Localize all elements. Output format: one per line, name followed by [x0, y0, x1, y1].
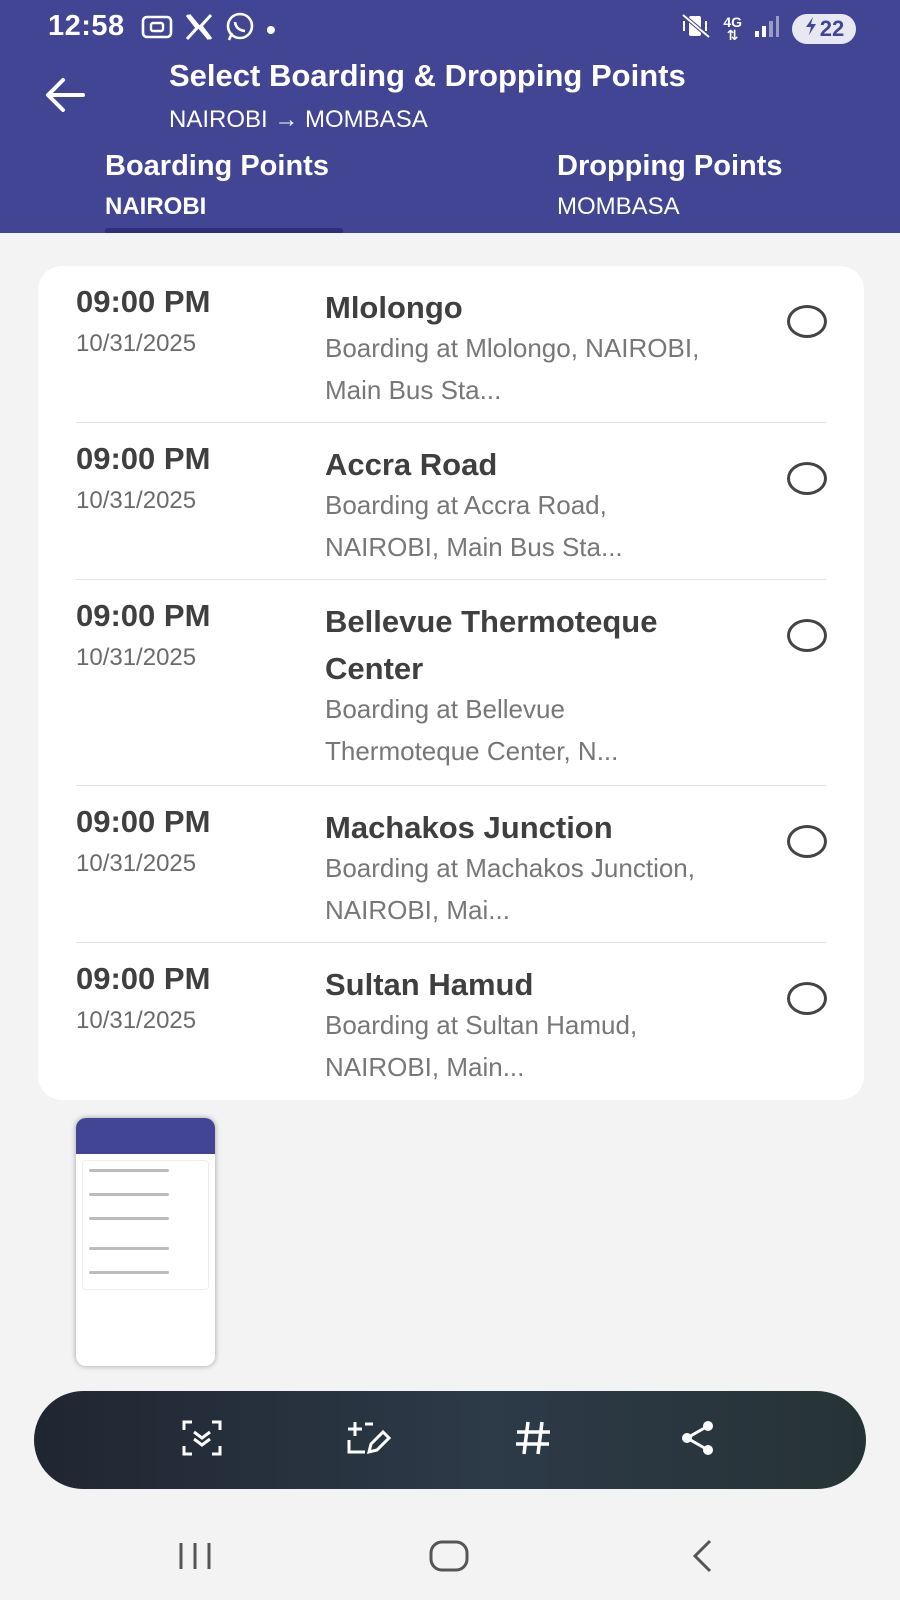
tab-label: Boarding Points: [105, 150, 329, 182]
back-icon: [688, 1538, 718, 1579]
tab-boarding-points[interactable]: Boarding Points NAIROBI: [105, 150, 329, 221]
point-description: Boarding at Mlolongo, NAIROBI, Main Bus …: [325, 333, 700, 405]
hashtag-icon: [513, 1418, 553, 1463]
list-item[interactable]: 09:00 PM 10/31/2025 Accra Road Boarding …: [76, 423, 828, 580]
thumbnail-line: [89, 1169, 169, 1172]
select-radio[interactable]: [786, 981, 828, 1015]
network-4g-icon: 4G ⇅: [723, 15, 742, 43]
select-radio[interactable]: [786, 304, 828, 338]
radio-unchecked-icon: [787, 461, 827, 495]
share-button[interactable]: [668, 1410, 728, 1470]
point-description: Boarding at Machakos Junction, NAIROBI, …: [325, 853, 695, 925]
radio-unchecked-icon: [787, 824, 827, 858]
share-icon: [678, 1418, 718, 1463]
whatsapp-icon: [224, 12, 256, 47]
list-item[interactable]: 09:00 PM 10/31/2025 Bellevue Thermoteque…: [76, 580, 828, 786]
battery-charging-icon: [804, 16, 818, 42]
battery-level: 22: [819, 15, 845, 41]
thumbnail-card: [82, 1160, 209, 1290]
status-right-icons: 4G ⇅ 22: [681, 12, 856, 45]
screenshot-thumbnail[interactable]: [76, 1118, 215, 1366]
route-subtitle: NAIROBI → MOMBASA: [169, 106, 428, 133]
tab-city: NAIROBI: [105, 193, 207, 220]
recents-icon: [175, 1540, 215, 1577]
notification-dot: •: [266, 13, 276, 45]
vibrate-mute-icon: [681, 12, 711, 45]
back-button[interactable]: [40, 72, 90, 122]
thumbnail-line: [89, 1247, 169, 1250]
edit-screenshot-icon: [343, 1416, 392, 1465]
radio-unchecked-icon: [787, 304, 827, 338]
thumbnail-line: [89, 1193, 169, 1196]
back-nav-button[interactable]: [668, 1528, 738, 1588]
point-time: 09:00 PM: [76, 961, 211, 996]
tab-label: Dropping Points: [557, 150, 783, 182]
status-bar: 12:58 • 4G ⇅ 22: [0, 0, 900, 56]
list-item[interactable]: 09:00 PM 10/31/2025 Sultan Hamud Boardin…: [76, 943, 828, 1100]
scroll-capture-icon: [180, 1418, 224, 1463]
thumbnail-line: [89, 1217, 169, 1220]
edit-button[interactable]: [337, 1410, 397, 1470]
point-date: 10/31/2025: [76, 644, 197, 671]
x-icon: [184, 13, 214, 46]
point-date: 10/31/2025: [76, 330, 197, 357]
point-description: Boarding at Bellevue Thermoteque Center,…: [325, 694, 619, 766]
point-date: 10/31/2025: [76, 1007, 197, 1034]
list-item[interactable]: 09:00 PM 10/31/2025 Mlolongo Boarding at…: [76, 266, 828, 423]
tab-dropping-points[interactable]: Dropping Points MOMBASA: [557, 150, 783, 221]
status-left-icons: •: [140, 12, 276, 47]
select-radio[interactable]: [786, 461, 828, 495]
arrow-left-icon: [43, 77, 87, 118]
point-date: 10/31/2025: [76, 850, 197, 877]
radio-unchecked-icon: [787, 981, 827, 1015]
point-description: Boarding at Accra Road, NAIROBI, Main Bu…: [325, 490, 623, 562]
point-time: 09:00 PM: [76, 284, 211, 319]
screenshot-toolbar: [34, 1391, 866, 1489]
boarding-points-list: 09:00 PM 10/31/2025 Mlolongo Boarding at…: [38, 266, 864, 1100]
recents-button[interactable]: [160, 1528, 230, 1588]
scroll-capture-button[interactable]: [172, 1410, 232, 1470]
list-item[interactable]: 09:00 PM 10/31/2025 Machakos Junction Bo…: [76, 786, 828, 943]
battery-indicator: 22: [792, 13, 856, 44]
page-title: Select Boarding & Dropping Points: [169, 58, 686, 93]
signal-icon: [754, 13, 780, 44]
thumbnail-header: [76, 1118, 215, 1154]
status-time: 12:58: [48, 10, 125, 42]
select-radio[interactable]: [786, 824, 828, 858]
point-date: 10/31/2025: [76, 487, 197, 514]
home-button[interactable]: [414, 1528, 484, 1588]
point-time: 09:00 PM: [76, 441, 211, 476]
app-header: 12:58 • 4G ⇅ 22 Select Boarding & Droppi…: [0, 0, 900, 233]
point-name: Sultan Hamud: [325, 967, 534, 1002]
point-name: Bellevue Thermoteque Center: [325, 604, 658, 686]
point-time: 09:00 PM: [76, 598, 211, 633]
point-time: 09:00 PM: [76, 804, 211, 839]
point-name: Mlolongo: [325, 290, 463, 325]
hashtag-button[interactable]: [503, 1410, 563, 1470]
point-description: Boarding at Sultan Hamud, NAIROBI, Main.…: [325, 1010, 638, 1082]
thumbnail-line: [89, 1271, 169, 1274]
radio-unchecked-icon: [787, 618, 827, 652]
screen-record-icon: [140, 13, 174, 46]
data-arrows-icon: ⇅: [726, 26, 739, 43]
home-icon: [428, 1539, 470, 1578]
select-radio[interactable]: [786, 618, 828, 652]
tab-city: MOMBASA: [557, 193, 680, 220]
system-nav-bar: [0, 1520, 900, 1600]
active-tab-indicator: [105, 228, 343, 233]
point-name: Machakos Junction: [325, 810, 613, 845]
point-name: Accra Road: [325, 447, 498, 482]
